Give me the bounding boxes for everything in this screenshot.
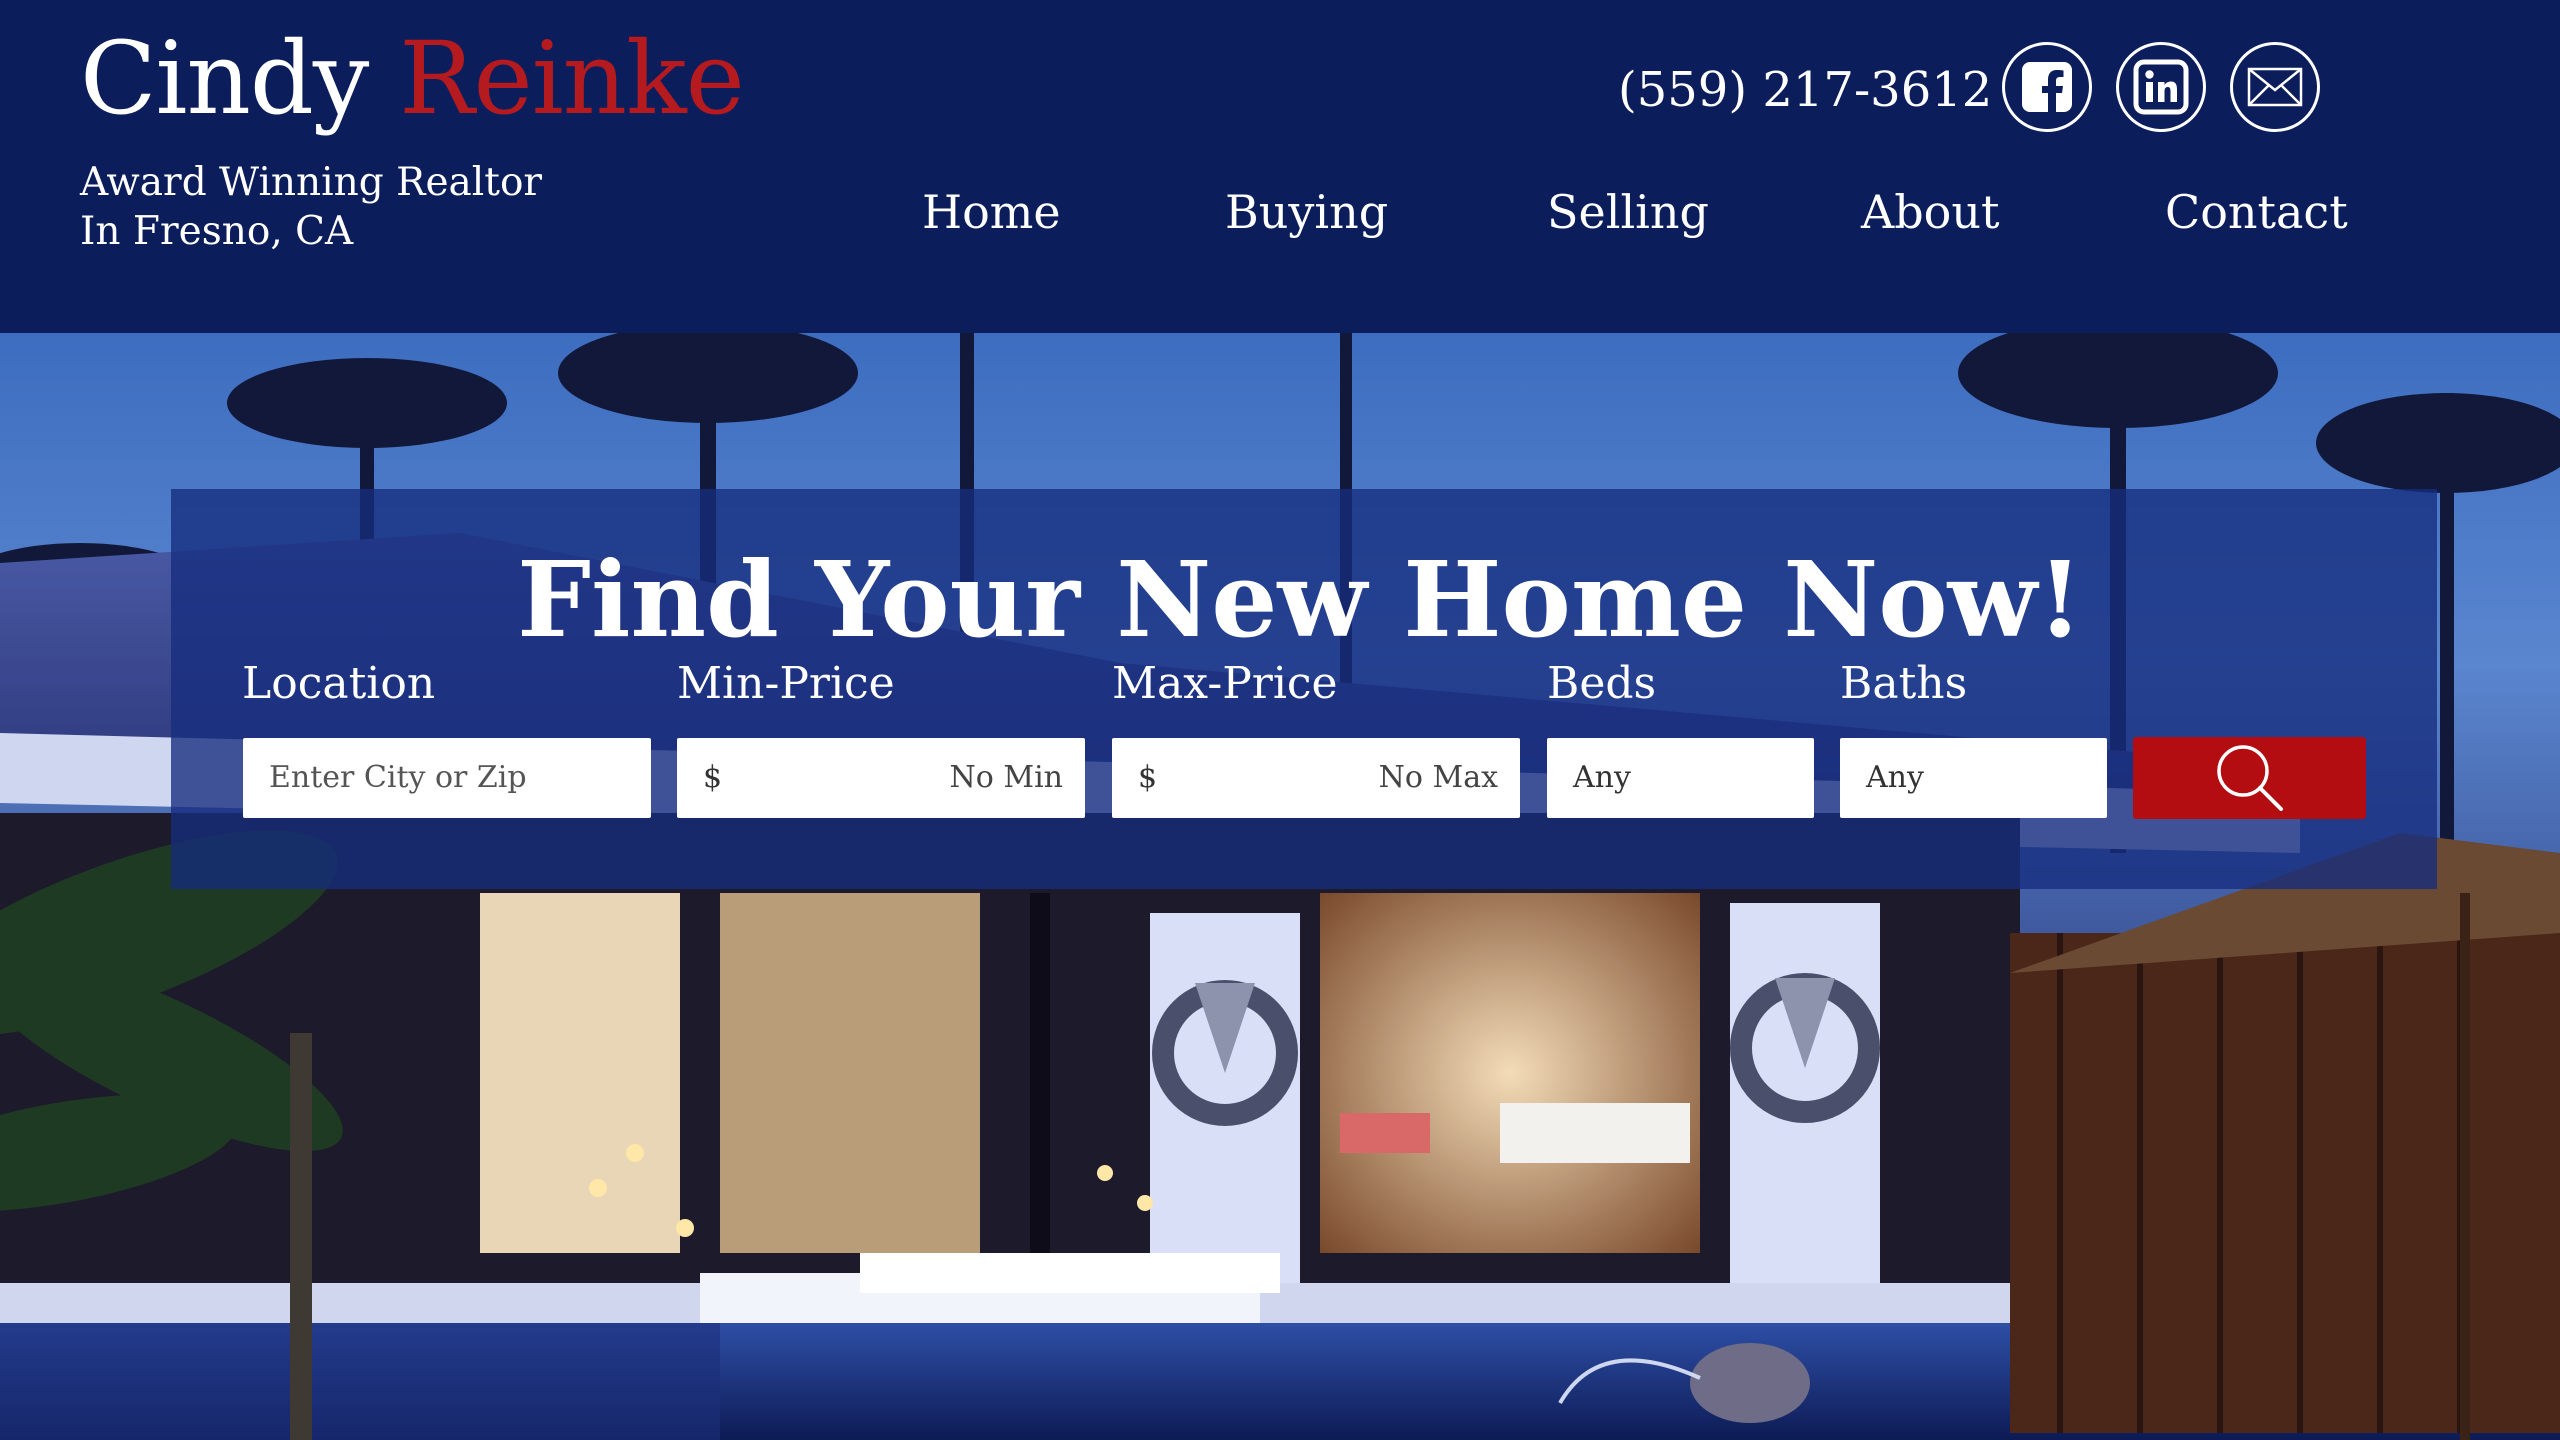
min-price-value: No Min	[949, 760, 1063, 795]
facebook-link[interactable]	[2002, 42, 2092, 132]
tagline-line-1: Award Winning Realtor	[80, 160, 543, 205]
linkedin-link[interactable]	[2116, 42, 2206, 132]
beds-value: Any	[1573, 760, 1631, 795]
max-price-label: Max-Price	[1112, 658, 1338, 709]
nav-contact[interactable]: Contact	[2165, 182, 2348, 242]
nav-buying[interactable]: Buying	[1225, 182, 1388, 242]
tagline-line-2: In Fresno, CA	[80, 209, 354, 254]
location-label: Location	[242, 658, 436, 709]
tagline: Award Winning Realtor In Fresno, CA	[80, 158, 542, 256]
facebook-icon	[2022, 62, 2072, 112]
min-price-input[interactable]: $ No Min	[677, 738, 1085, 818]
min-price-currency: $	[703, 760, 723, 795]
min-price-label: Min-Price	[677, 658, 895, 709]
max-price-currency: $	[1138, 760, 1158, 795]
baths-select[interactable]: Any	[1840, 738, 2107, 818]
location-placeholder: Enter City or Zip	[269, 760, 527, 795]
phone-number[interactable]: (559) 217-3612	[1618, 58, 1992, 122]
location-input[interactable]: Enter City or Zip	[243, 738, 651, 818]
site-logo-name[interactable]: Cindy Reinke	[80, 24, 745, 134]
search-icon	[2216, 745, 2283, 811]
email-link[interactable]	[2230, 42, 2320, 132]
linkedin-icon	[2133, 59, 2189, 115]
max-price-value: No Max	[1378, 760, 1498, 795]
mail-icon	[2247, 67, 2303, 107]
site-header: Cindy Reinke Award Winning Realtor In Fr…	[0, 0, 2560, 333]
max-price-input[interactable]: $ No Max	[1112, 738, 1520, 818]
search-title: Find Your New Home Now!	[517, 538, 2083, 661]
baths-value: Any	[1866, 760, 1924, 795]
beds-label: Beds	[1547, 658, 1657, 709]
baths-label: Baths	[1840, 658, 1968, 709]
first-name: Cindy	[80, 20, 369, 137]
nav-selling[interactable]: Selling	[1547, 182, 1709, 242]
nav-about[interactable]: About	[1861, 182, 1999, 242]
search-button[interactable]	[2133, 737, 2366, 819]
beds-select[interactable]: Any	[1547, 738, 1814, 818]
last-name: Reinke	[399, 20, 745, 137]
nav-home[interactable]: Home	[922, 182, 1061, 242]
